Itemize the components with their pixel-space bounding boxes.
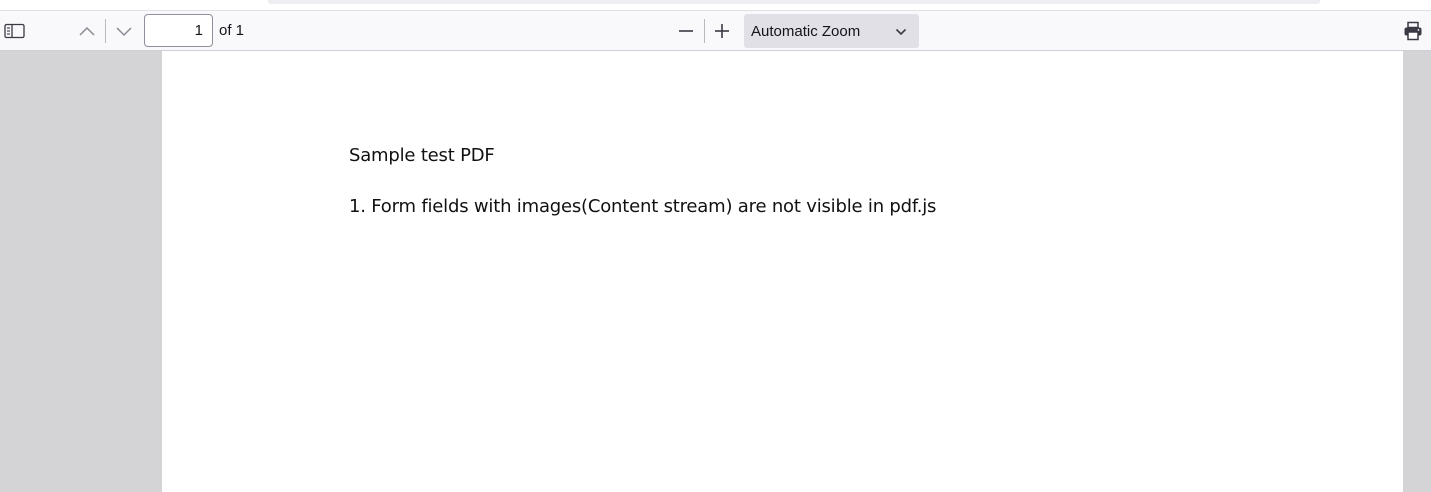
zoom-select[interactable]: Automatic Zoom (744, 14, 919, 48)
pdf-toolbar: of 1 Automatic Zoom (0, 10, 1431, 51)
address-bar-edge (268, 0, 1320, 4)
print-button[interactable] (1398, 15, 1428, 47)
pdf-viewer-area[interactable]: Sample test PDF 1. Form fields with imag… (0, 51, 1431, 492)
page-count-label: of 1 (219, 22, 245, 39)
toolbar-separator (105, 19, 106, 43)
sidebar-toggle-icon (4, 23, 26, 39)
chevron-down-icon (895, 24, 907, 41)
pdf-text-line: 1. Form fields with images(Content strea… (349, 196, 937, 217)
toolbar-separator (704, 19, 705, 43)
previous-page-button[interactable] (72, 15, 102, 47)
next-page-button[interactable] (109, 15, 139, 47)
zoom-in-button[interactable] (707, 15, 737, 47)
page-number-input[interactable] (144, 14, 213, 47)
chevron-down-icon (115, 25, 133, 37)
pdf-page: Sample test PDF 1. Form fields with imag… (162, 51, 1403, 492)
plus-icon (713, 22, 731, 40)
top-strip (0, 0, 1431, 10)
pdf-text-line: Sample test PDF (349, 145, 495, 166)
minus-icon (677, 22, 695, 40)
zoom-select-value: Automatic Zoom (751, 22, 861, 40)
printer-icon (1403, 21, 1423, 41)
sidebar-toggle-button[interactable] (0, 15, 30, 47)
zoom-out-button[interactable] (671, 15, 701, 47)
chevron-up-icon (78, 25, 96, 37)
